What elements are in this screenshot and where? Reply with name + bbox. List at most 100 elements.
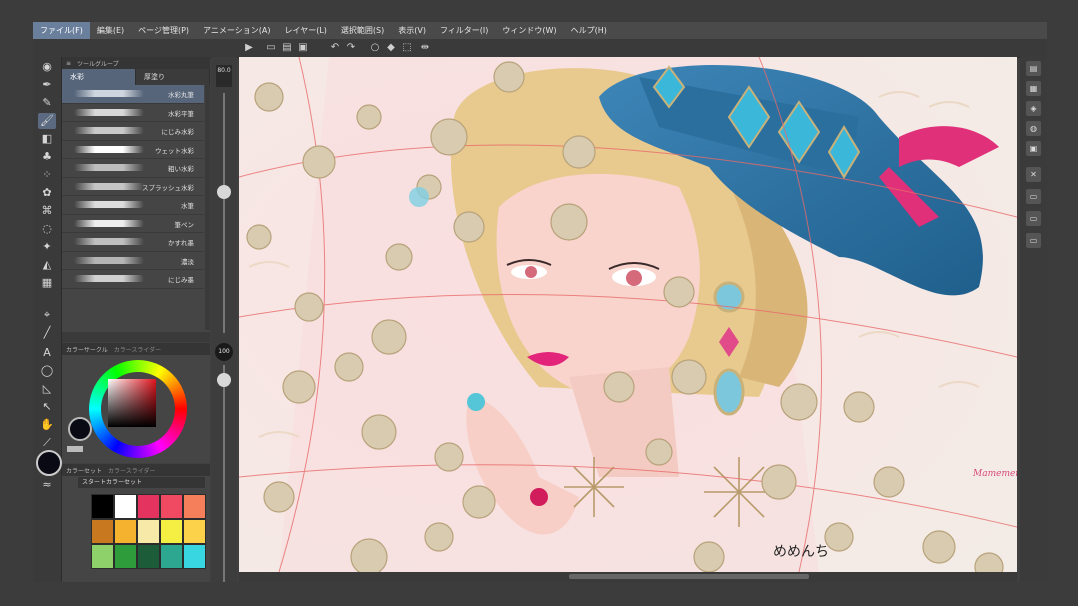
panel-c-icon[interactable]: ▭	[1026, 233, 1041, 248]
brush-item[interactable]: 水筆	[62, 196, 204, 215]
background-color-swatch[interactable]	[67, 446, 83, 452]
color-swatch[interactable]	[137, 494, 160, 519]
menu-view[interactable]: 表示(V)	[391, 22, 433, 39]
eyedropper-tool-icon[interactable]: ⟋	[38, 435, 56, 451]
transform-icon[interactable]: ⬚	[401, 42, 413, 54]
menu-animation[interactable]: アニメーション(A)	[196, 22, 277, 39]
panel-a-icon[interactable]: ▭	[1026, 189, 1041, 204]
color-swatch[interactable]	[91, 519, 114, 544]
layer-property-icon[interactable]: ▦	[1026, 81, 1041, 96]
brush-item[interactable]: 濃淡	[62, 252, 204, 270]
brush-size-track[interactable]	[223, 93, 225, 333]
saturation-value-square[interactable]	[108, 379, 156, 427]
menu-help[interactable]: ヘルプ(H)	[564, 22, 614, 39]
sub-tool-scrollbar[interactable]	[205, 85, 210, 330]
text-tool-icon[interactable]: A	[38, 345, 56, 361]
save-icon[interactable]: ▣	[297, 42, 309, 54]
layer-icon[interactable]: ◈	[1026, 101, 1041, 116]
brush-item[interactable]: 筆ペン	[62, 215, 204, 233]
gradient-tool-icon[interactable]: ▦	[38, 275, 56, 291]
pencil-tool-icon[interactable]: ✎	[38, 95, 56, 111]
tab-watercolor[interactable]: 水彩	[62, 69, 136, 85]
panel-b-icon[interactable]: ▭	[1026, 211, 1041, 226]
operation-tool-icon[interactable]: ↖	[38, 399, 56, 415]
magic-wand-icon[interactable]: ✦	[38, 239, 56, 255]
menu-filter[interactable]: フィルター(I)	[433, 22, 495, 39]
close-panel-icon[interactable]: ✕	[1026, 167, 1041, 182]
brush-tool-icon[interactable]: 🖌	[38, 113, 56, 129]
balloon-tool-icon[interactable]: ◯	[38, 363, 56, 379]
color-swatch[interactable]	[160, 544, 183, 569]
new-file-icon[interactable]: ▭	[265, 42, 277, 54]
eraser-tool-icon[interactable]: ◧	[38, 131, 56, 147]
color-swatch[interactable]	[137, 519, 160, 544]
pen-tool-icon[interactable]: ✒	[38, 77, 56, 93]
color-swatch[interactable]	[91, 494, 114, 519]
move-tool-icon[interactable]: ✋	[38, 417, 56, 433]
color-set-slider-tab[interactable]: カラースライダー	[108, 466, 155, 475]
foreground-color-swatch[interactable]	[68, 417, 92, 441]
decoration-tool-icon[interactable]: ✿	[38, 185, 56, 201]
decoration-ribbon-icon[interactable]: ⌘	[38, 203, 56, 219]
brush-size-knob[interactable]	[217, 185, 231, 199]
airbrush-tool-icon[interactable]: ⁘	[38, 167, 56, 183]
main-color-swatch[interactable]	[36, 450, 62, 476]
menu-layer[interactable]: レイヤー(L)	[277, 22, 333, 39]
view-tool-icon[interactable]: ◉	[38, 59, 56, 75]
open-file-icon[interactable]: ▤	[281, 42, 293, 54]
material-icon[interactable]: ◍	[1026, 121, 1041, 136]
color-swatch[interactable]	[114, 519, 137, 544]
brush-item[interactable]: かすれ墨	[62, 233, 204, 252]
redo-icon[interactable]: ↷	[345, 42, 357, 54]
color-swatch[interactable]	[160, 519, 183, 544]
opacity-knob[interactable]	[217, 373, 231, 387]
color-swatch[interactable]	[160, 494, 183, 519]
color-swatch[interactable]	[137, 544, 160, 569]
brush-item[interactable]: スプラッシュ水彩	[62, 178, 204, 196]
color-slider-tab[interactable]: カラースライダー	[114, 345, 161, 354]
play-icon[interactable]: ▶	[243, 42, 255, 54]
tab-thick-paint[interactable]: 厚塗り	[136, 69, 210, 85]
color-swatch[interactable]	[91, 544, 114, 569]
brush-size-value: 80.0	[217, 67, 231, 74]
undo-icon[interactable]: ↶	[329, 42, 341, 54]
color-swatch[interactable]	[114, 494, 137, 519]
panel-menu-icon[interactable]: ≡	[66, 60, 71, 67]
clear-icon[interactable]: ○	[369, 42, 381, 54]
brush-item[interactable]: にじみ墨	[62, 270, 204, 289]
opacity-track[interactable]	[223, 365, 225, 582]
flip-icon[interactable]: ⇹	[419, 42, 431, 54]
hue-ring[interactable]	[89, 360, 187, 458]
color-set-dropdown[interactable]: スタートカラーセット	[78, 477, 205, 488]
frame-tool-icon[interactable]: ◺	[38, 381, 56, 397]
blend-tool-icon[interactable]: ♣	[38, 149, 56, 165]
color-circle-tab[interactable]: カラーサークル	[66, 345, 108, 354]
brush-item[interactable]: にじみ水彩	[62, 122, 204, 141]
drawing-canvas[interactable]: Mamemenchi めめんち	[239, 57, 1017, 572]
color-swatch[interactable]	[114, 544, 137, 569]
brush-name: 水筆	[181, 202, 194, 210]
fill-tool-icon[interactable]: ◭	[38, 257, 56, 273]
menu-edit[interactable]: 編集(E)	[90, 22, 131, 39]
fill-icon[interactable]: ◆	[385, 42, 397, 54]
brush-item[interactable]: 粗い水彩	[62, 159, 204, 178]
transparent-color-icon[interactable]: ≈	[38, 477, 56, 493]
color-swatch[interactable]	[183, 494, 206, 519]
canvas-horizontal-scrollbar[interactable]	[569, 574, 809, 579]
figure-tool-icon[interactable]: ⌖	[38, 307, 56, 323]
brush-item[interactable]: ウェット水彩	[62, 141, 204, 159]
brush-item[interactable]: 水彩平筆	[62, 104, 204, 122]
navigator-icon[interactable]: ▤	[1026, 61, 1041, 76]
line-tool-icon[interactable]: ╱	[38, 325, 56, 341]
menu-file[interactable]: ファイル(F)	[33, 22, 90, 39]
history-icon[interactable]: ▣	[1026, 141, 1041, 156]
color-set-tab[interactable]: カラーセット	[66, 466, 102, 475]
menu-page[interactable]: ページ管理(P)	[131, 22, 196, 39]
menu-window[interactable]: ウィンドウ(W)	[495, 22, 563, 39]
menu-selection[interactable]: 選択範囲(S)	[334, 22, 391, 39]
color-swatch[interactable]	[183, 544, 206, 569]
color-swatch[interactable]	[183, 519, 206, 544]
brush-item[interactable]: 水彩丸筆	[62, 85, 204, 104]
sub-tool-tabs: 水彩 厚塗り	[62, 69, 210, 85]
lasso-tool-icon[interactable]: ◌	[38, 221, 56, 237]
